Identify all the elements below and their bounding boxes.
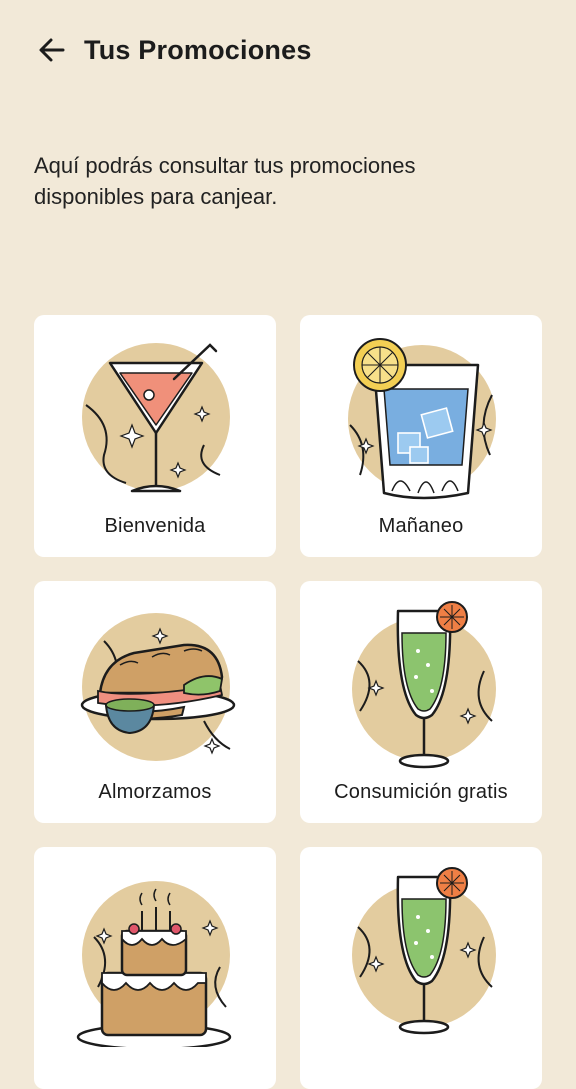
promotion-card-consumicion-gratis[interactable]: Consumición gratis (300, 581, 542, 823)
sandwich-icon (80, 613, 236, 761)
cocktail-icon (82, 343, 230, 493)
promotion-label: Bienvenida (104, 515, 206, 537)
promotion-card-almorzamos[interactable]: Almorzamos (34, 581, 276, 823)
arrow-left-icon (39, 38, 65, 62)
back-button[interactable] (34, 32, 70, 68)
promotion-card-bienvenida[interactable]: Bienvenida (34, 315, 276, 557)
header: Tus Promociones (0, 0, 576, 100)
drink-glass-icon (352, 867, 496, 1035)
promotion-card-cake[interactable] (34, 847, 276, 1089)
promotion-card-mananeo[interactable]: Mañaneo (300, 315, 542, 557)
promotion-label: Mañaneo (378, 515, 464, 537)
water-glass-icon (348, 338, 496, 500)
drink-glass-icon (352, 601, 496, 769)
page-description: Aquí podrás consultar tus promociones di… (34, 153, 416, 209)
page-title: Tus Promociones (84, 35, 312, 65)
promotion-label: Consumición gratis (334, 781, 508, 803)
promotion-card-drink[interactable] (300, 847, 542, 1089)
promotions-grid: Bienvenida Mañaneo Almorzamos Consumició… (34, 315, 542, 1089)
promotion-label: Almorzamos (98, 781, 212, 803)
cake-icon (76, 881, 232, 1047)
